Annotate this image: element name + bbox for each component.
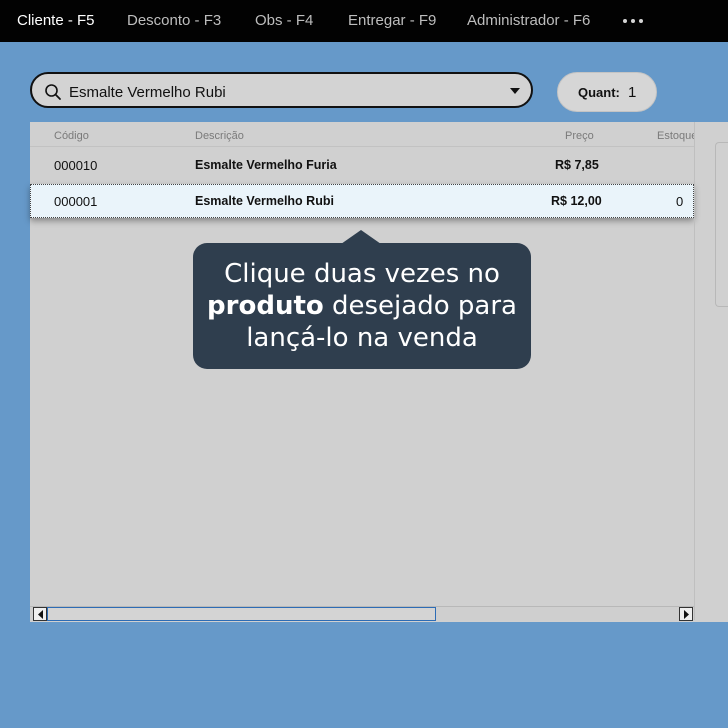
- grid-divider: [694, 122, 695, 620]
- tooltip-line-2: produto desejado para: [193, 290, 531, 322]
- header-divider: [30, 146, 694, 147]
- caret-right-icon: [684, 610, 689, 619]
- horizontal-scrollbar[interactable]: [30, 606, 694, 621]
- tooltip-line-3: lançá-lo na venda: [246, 323, 478, 353]
- search-input[interactable]: Esmalte Vermelho Rubi: [69, 84, 226, 101]
- quantity-label: Quant:: [578, 85, 620, 100]
- cell-codigo: 000001: [54, 194, 98, 209]
- caret-left-icon: [38, 610, 43, 619]
- menu-desconto[interactable]: Desconto - F3: [127, 12, 221, 29]
- side-panel: [715, 142, 728, 307]
- product-grid: Código Descrição Preço Estoque 000010 Es…: [30, 122, 728, 622]
- table-row[interactable]: 000010 Esmalte Vermelho Furia R$ 7,85: [30, 148, 694, 182]
- tooltip-line-2-rest: desejado para: [323, 291, 517, 321]
- quantity-field[interactable]: Quant: 1: [557, 72, 657, 112]
- cell-descricao: Esmalte Vermelho Rubi: [195, 194, 334, 208]
- quantity-value[interactable]: 1: [628, 84, 636, 101]
- column-header-codigo[interactable]: Código: [54, 130, 89, 142]
- search-icon: [45, 84, 61, 100]
- ellipsis-icon[interactable]: [623, 19, 643, 23]
- tooltip-line-1: Clique duas vezes no: [224, 259, 500, 289]
- caret-down-icon[interactable]: [509, 87, 521, 95]
- top-menu-bar: Cliente - F5 Desconto - F3 Obs - F4 Entr…: [0, 0, 728, 42]
- cell-descricao: Esmalte Vermelho Furia: [195, 158, 337, 172]
- column-header-preco[interactable]: Preço: [565, 130, 594, 142]
- cell-preco: R$ 12,00: [551, 194, 602, 208]
- column-header-estoque-clip: Estoque: [657, 122, 694, 146]
- column-header-estoque[interactable]: Estoque: [657, 130, 694, 142]
- hint-tooltip: Clique duas vezes no produto desejado pa…: [193, 243, 531, 369]
- menu-entregar[interactable]: Entregar - F9: [348, 12, 436, 29]
- cell-estoque: 0: [676, 194, 684, 209]
- scrollbar-thumb[interactable]: [47, 607, 436, 621]
- cell-preco: R$ 7,85: [555, 158, 599, 172]
- menu-obs[interactable]: Obs - F4: [255, 12, 313, 29]
- scroll-left-button[interactable]: [33, 607, 47, 621]
- scroll-right-button[interactable]: [679, 607, 693, 621]
- menu-administrador[interactable]: Administrador - F6: [467, 12, 590, 29]
- cell-codigo: 000010: [54, 158, 98, 173]
- column-header-descricao[interactable]: Descrição: [195, 130, 244, 142]
- product-search-combobox[interactable]: Esmalte Vermelho Rubi: [30, 72, 533, 108]
- table-row-selected[interactable]: 000001 Esmalte Vermelho Rubi R$ 12,00 0: [30, 184, 694, 218]
- tooltip-pointer: [341, 230, 381, 244]
- menu-cliente[interactable]: Cliente - F5: [17, 12, 95, 29]
- tooltip-bold-word: produto: [207, 291, 324, 321]
